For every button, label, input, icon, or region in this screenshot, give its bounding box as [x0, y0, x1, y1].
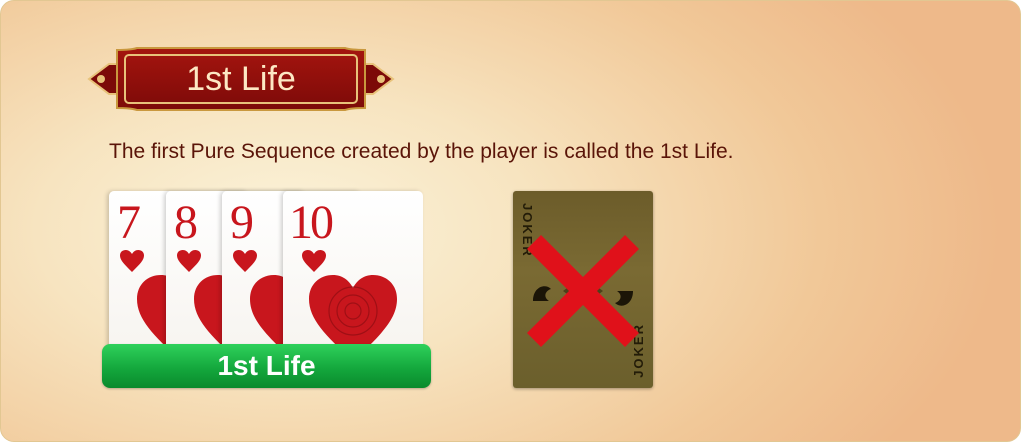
heart-icon [302, 250, 326, 272]
card-rank: 10 [289, 196, 334, 249]
playing-card-10-hearts: 10 [283, 191, 423, 369]
heart-icon [177, 250, 201, 272]
heart-icon [233, 250, 257, 272]
title-banner: 1st Life [87, 46, 395, 112]
rule-description: The first Pure Sequence created by the p… [109, 140, 734, 163]
joker-card: JOKER JOKER [513, 191, 653, 388]
card-rank: 7 [117, 196, 141, 249]
card-rank: 8 [174, 196, 198, 249]
heart-icon [120, 250, 144, 272]
banner-title: 1st Life [186, 60, 296, 98]
sequence-label-bar: 1st Life [102, 344, 431, 388]
card-rank: 9 [230, 196, 254, 249]
rules-panel: 1st Life The first Pure Sequence created… [0, 0, 1021, 442]
cross-mark-icon [527, 235, 639, 347]
